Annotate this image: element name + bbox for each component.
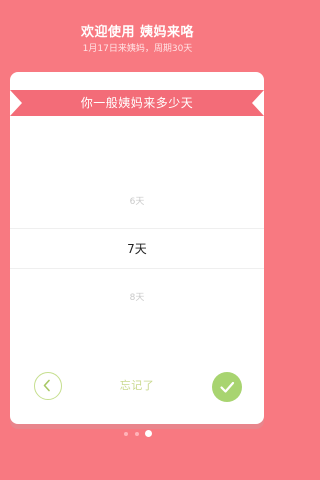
- picker-divider-bottom: [10, 268, 264, 269]
- question-label: 你一般姨妈来多少天: [80, 96, 194, 110]
- page-dot-1[interactable]: [124, 432, 128, 436]
- picker-option-next[interactable]: 8天: [10, 290, 264, 303]
- days-picker[interactable]: 6天 7天 8天: [10, 180, 264, 324]
- page-indicator: [0, 430, 275, 438]
- confirm-button[interactable]: [212, 372, 242, 402]
- page-dot-3-active[interactable]: [145, 430, 152, 437]
- back-button[interactable]: [34, 372, 62, 400]
- check-icon: [220, 381, 235, 393]
- question-ribbon: 你一般姨妈来多少天: [10, 90, 264, 116]
- picker-option-previous[interactable]: 6天: [10, 194, 264, 207]
- chevron-left-icon: [43, 379, 50, 392]
- forgot-button[interactable]: 忘记了: [105, 377, 169, 393]
- setup-card: 你一般姨妈来多少天 6天 7天 8天 忘记了: [10, 72, 264, 424]
- cycle-summary: 1月17日来姨妈，周期30天: [82, 44, 193, 54]
- picker-option-selected[interactable]: 7天: [10, 240, 264, 257]
- header: 欢迎使用 姨妈来咯 1月17日来姨妈，周期30天: [0, 0, 275, 68]
- page-title: 欢迎使用 姨妈来咯: [80, 25, 195, 40]
- picker-divider-top: [10, 228, 264, 229]
- page-dot-2[interactable]: [135, 432, 139, 436]
